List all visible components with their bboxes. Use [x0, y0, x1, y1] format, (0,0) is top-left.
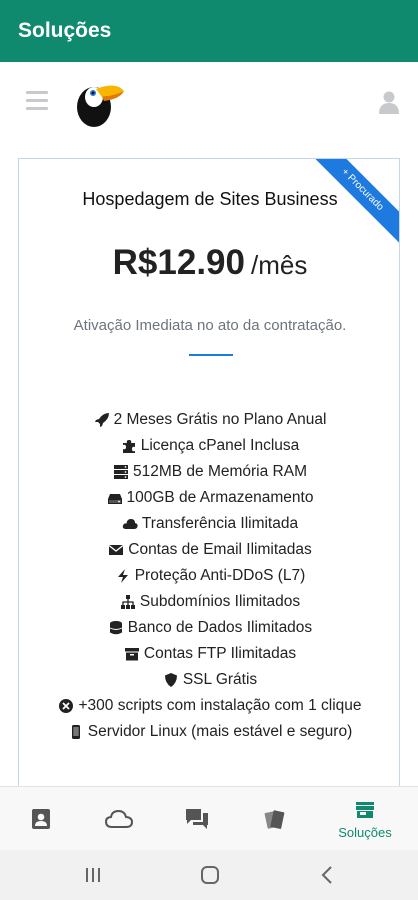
- home-icon[interactable]: [200, 865, 220, 885]
- feature-label: Banco de Dados Ilimitados: [127, 619, 313, 636]
- feature-label: Contas de Email Ilimitadas: [128, 541, 312, 558]
- feature-label: SSL Grátis: [182, 671, 258, 688]
- price-period: /mês: [250, 250, 308, 280]
- feature-label: +300 scripts com instalação com 1 clique: [78, 697, 362, 714]
- bolt-icon: [117, 569, 128, 583]
- archive-icon: [124, 648, 139, 661]
- feature-item: Subdomínios Ilimitados: [19, 589, 399, 615]
- feature-label: Subdomínios Ilimitados: [139, 593, 301, 610]
- nav-chat[interactable]: [160, 787, 234, 851]
- nav-solutions[interactable]: Soluções: [328, 787, 402, 851]
- sitemap-icon: [120, 595, 135, 609]
- shield-icon: [164, 673, 177, 687]
- menu-icon[interactable]: [26, 91, 48, 113]
- hdd-icon: [107, 494, 122, 504]
- cards-icon: [264, 810, 285, 829]
- app-title: Soluções: [18, 19, 112, 42]
- nav-contacts[interactable]: [4, 787, 78, 851]
- feature-item: Servidor Linux (mais estável e seguro): [19, 719, 399, 745]
- feature-label: Licença cPanel Inclusa: [140, 437, 300, 454]
- feature-item: 2 Meses Grátis no Plano Anual: [19, 407, 399, 433]
- toucan-logo[interactable]: [72, 75, 126, 129]
- divider: [189, 354, 233, 356]
- cloud-icon: [122, 519, 138, 529]
- plan-price: R$12.90/mês: [19, 243, 399, 283]
- puzzle-icon: [122, 440, 135, 453]
- nav-solutions-label: Soluções: [338, 825, 392, 840]
- database-icon: [109, 621, 122, 635]
- main-content: + Procurado Hospedagem de Sites Business…: [0, 142, 418, 786]
- feature-label: Contas FTP Ilimitadas: [143, 645, 297, 662]
- feature-item: +300 scripts com instalação com 1 clique: [19, 693, 399, 719]
- user-icon[interactable]: [378, 90, 400, 114]
- feature-item: Contas de Email Ilimitadas: [19, 537, 399, 563]
- system-navigation-bar: [0, 850, 418, 900]
- site-header: [0, 62, 418, 142]
- feature-item: 512MB de Memória RAM: [19, 459, 399, 485]
- plan-title: Hospedagem de Sites Business: [82, 189, 338, 209]
- feature-item: Transferência Ilimitada: [19, 511, 399, 537]
- feature-label: 100GB de Armazenamento: [126, 489, 314, 506]
- feature-item: Banco de Dados Ilimitados: [19, 615, 399, 641]
- feature-label: Servidor Linux (mais estável e seguro): [87, 723, 353, 740]
- app-bar: Soluções: [0, 0, 418, 62]
- store-icon: [356, 802, 374, 818]
- feature-item: SSL Grátis: [19, 667, 399, 693]
- feature-list: 2 Meses Grátis no Plano Anual Licença cP…: [19, 407, 399, 745]
- feature-item: Contas FTP Ilimitadas: [19, 641, 399, 667]
- nav-cloud[interactable]: [82, 787, 156, 851]
- chat-bubbles-icon: [186, 809, 208, 829]
- feature-item: Licença cPanel Inclusa: [19, 433, 399, 459]
- mobile-icon: [71, 725, 80, 739]
- envelope-icon: [108, 544, 124, 555]
- feature-label: 512MB de Memória RAM: [132, 463, 307, 480]
- cloud-outline-icon: [104, 809, 134, 828]
- back-icon[interactable]: [318, 865, 338, 885]
- server-icon: [113, 465, 128, 479]
- bottom-navigation: Soluções: [0, 786, 418, 850]
- feature-item: Proteção Anti-DDoS (L7): [19, 563, 399, 589]
- nav-cards[interactable]: [238, 787, 312, 851]
- plan-tagline: Ativação Imediata no ato da contratação.: [73, 317, 347, 334]
- recent-apps-icon[interactable]: [84, 866, 102, 884]
- feature-item: 100GB de Armazenamento: [19, 485, 399, 511]
- plan-card: + Procurado Hospedagem de Sites Business…: [18, 158, 400, 786]
- feature-label: 2 Meses Grátis no Plano Anual: [113, 411, 327, 428]
- feature-label: Transferência Ilimitada: [141, 515, 299, 532]
- contact-card-icon: [32, 809, 50, 829]
- rocket-icon: [94, 413, 109, 427]
- price-amount: R$12.90: [112, 243, 245, 282]
- feature-label: Proteção Anti-DDoS (L7): [134, 567, 306, 584]
- joomla-icon: [59, 699, 74, 713]
